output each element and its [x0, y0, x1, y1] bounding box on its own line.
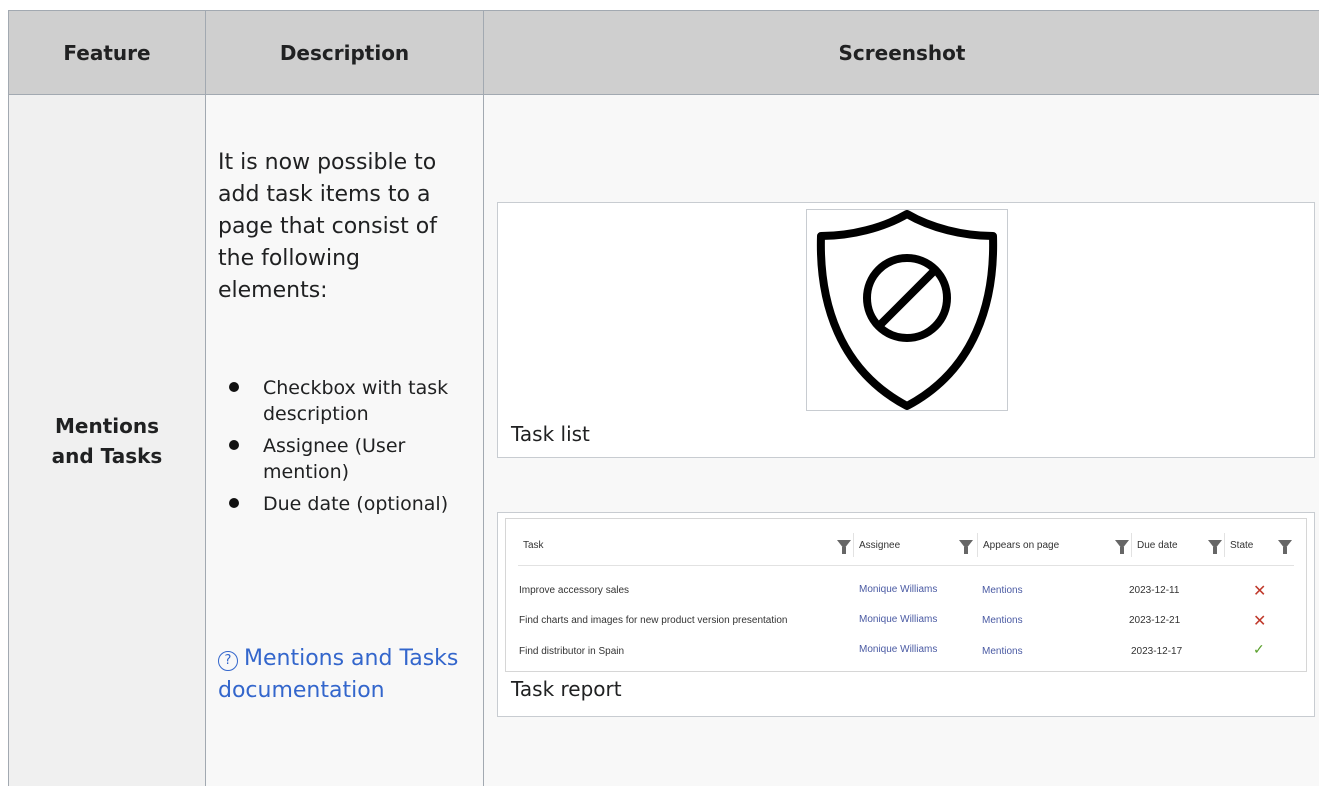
element-list: Checkbox with task description Assignee … — [226, 375, 476, 523]
column-header-state: State — [1230, 540, 1254, 551]
filter-icon — [1278, 540, 1292, 554]
task-list-image[interactable] — [806, 209, 1008, 411]
page-link[interactable]: Mentions — [982, 615, 1023, 626]
report-header: Task Assignee Appears on page Due date S… — [506, 519, 1306, 564]
screenshot-cell: Task list Task Assignee Appears on page … — [484, 95, 1319, 786]
assignee-link[interactable]: Monique Williams — [859, 644, 937, 655]
column-header-page: Appears on page — [983, 540, 1060, 551]
header-screenshot: Screenshot — [484, 11, 1319, 95]
task-cell: Find charts and images for new product v… — [519, 615, 788, 626]
feature-name: Mentions and Tasks — [51, 414, 163, 468]
shield-forbidden-icon — [816, 210, 998, 410]
filter-icon — [1115, 540, 1129, 554]
feature-table: Feature Description Screenshot Mentions … — [8, 10, 1319, 786]
filter-icon — [837, 540, 851, 554]
column-header-task: Task — [523, 540, 544, 551]
task-cell: Improve accessory sales — [519, 585, 630, 596]
description-text: It is now possible to add task items to … — [218, 150, 437, 303]
page-link[interactable]: Mentions — [982, 585, 1023, 596]
cross-icon: ✕ — [1253, 583, 1267, 600]
question-circle-icon: ? — [218, 651, 238, 671]
task-report-image[interactable]: Task Assignee Appears on page Due date S… — [505, 518, 1307, 672]
column-header-due-date: Due date — [1137, 540, 1178, 551]
list-item: Assignee (User mention) — [226, 433, 476, 485]
cross-icon: ✕ — [1253, 613, 1267, 630]
figure-caption: Task report — [511, 677, 622, 701]
due-date-cell: 2023-12-11 — [1129, 585, 1180, 596]
description-cell: It is now possible to add task items to … — [206, 95, 484, 786]
task-list-figure: Task list — [497, 202, 1315, 458]
assignee-link[interactable]: Monique Williams — [859, 584, 937, 595]
task-cell: Find distributor in Spain — [519, 646, 625, 657]
checkmark-icon: ✓ — [1253, 641, 1265, 657]
filter-icon — [1208, 540, 1222, 554]
due-date-cell: 2023-12-17 — [1131, 646, 1183, 657]
figure-caption: Task list — [511, 422, 590, 446]
documentation-link-label: Mentions and Tasks documentation — [218, 646, 459, 703]
task-report-figure: Task Assignee Appears on page Due date S… — [497, 512, 1315, 717]
list-item: Due date (optional) — [226, 491, 476, 517]
column-header-assignee: Assignee — [859, 540, 901, 551]
filter-icon — [959, 540, 973, 554]
feature-cell: Mentions and Tasks — [9, 95, 206, 786]
documentation-link[interactable]: ? Mentions and Tasks documentation — [218, 643, 468, 707]
page-link[interactable]: Mentions — [982, 646, 1023, 657]
due-date-cell: 2023-12-21 — [1129, 615, 1181, 626]
header-feature: Feature — [9, 11, 206, 95]
list-item: Checkbox with task description — [226, 375, 476, 427]
assignee-link[interactable]: Monique Williams — [859, 614, 937, 625]
header-description: Description — [206, 11, 484, 95]
